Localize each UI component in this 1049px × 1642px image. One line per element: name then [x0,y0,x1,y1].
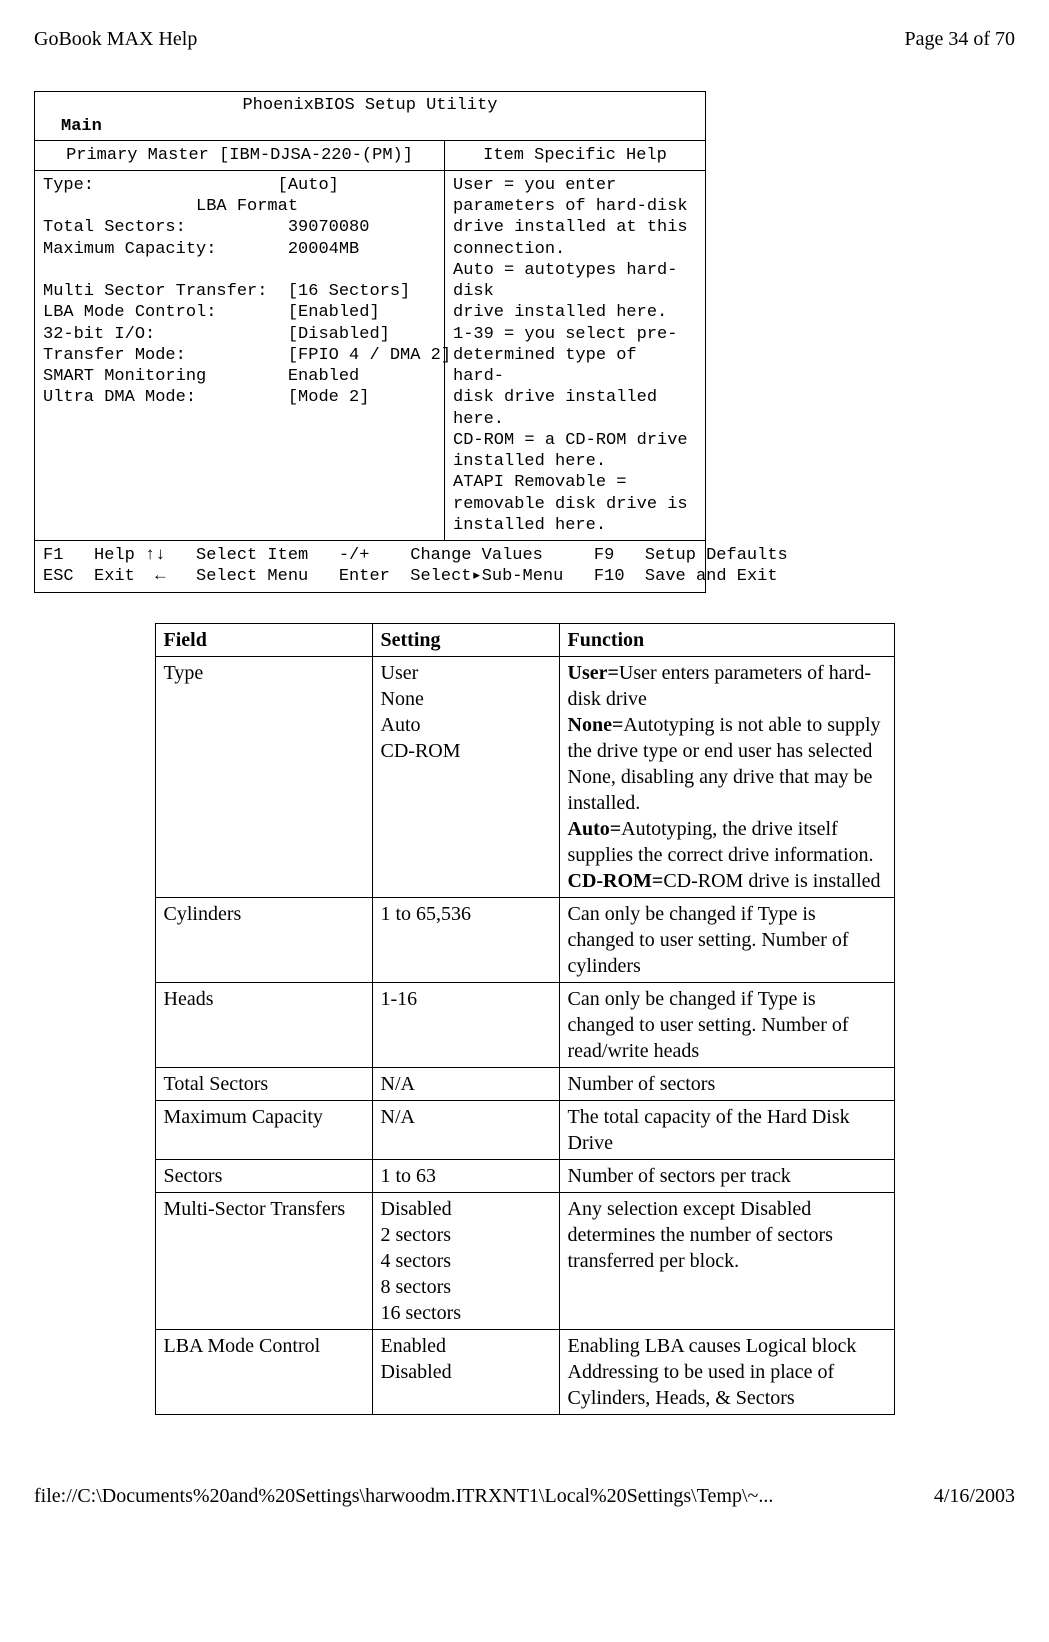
fields-table: Field Setting Function TypeUserNoneAutoC… [155,623,895,1415]
cell-function: Enabling LBA causes Logical block Addres… [559,1329,894,1414]
bios-footer: F1 Help ↑↓ Select Item -/+ Change Values… [35,540,705,592]
cell-function: Number of sectors per track [559,1159,894,1192]
cell-setting: 1 to 63 [372,1159,559,1192]
header-left: GoBook MAX Help [34,28,197,51]
cell-field: LBA Mode Control [155,1329,372,1414]
header-right: Page 34 of 70 [904,28,1015,51]
bios-body-right: User = you enter parameters of hard-disk… [445,171,705,540]
bios-sub-left: Primary Master [IBM-DJSA-220-(PM)] [35,141,445,170]
bios-screenshot: PhoenixBIOS Setup Utility Main Primary M… [34,91,706,593]
bios-subheader-row: Primary Master [IBM-DJSA-220-(PM)] Item … [35,140,705,170]
cell-function: Can only be changed if Type is changed t… [559,982,894,1067]
page-footer: file://C:\Documents%20and%20Settings\har… [34,1485,1015,1508]
cell-field: Heads [155,982,372,1067]
cell-field: Sectors [155,1159,372,1192]
cell-field: Total Sectors [155,1067,372,1100]
cell-setting: 1 to 65,536 [372,897,559,982]
th-field: Field [155,623,372,656]
cell-setting: N/A [372,1067,559,1100]
table-row: Maximum CapacityN/AThe total capacity of… [155,1100,894,1159]
table-header-row: Field Setting Function [155,623,894,656]
table-row: TypeUserNoneAutoCD-ROMUser=User enters p… [155,656,894,897]
cell-setting: UserNoneAutoCD-ROM [372,656,559,897]
cell-function: The total capacity of the Hard Disk Driv… [559,1100,894,1159]
table-row: Cylinders1 to 65,536Can only be changed … [155,897,894,982]
footer-right: 4/16/2003 [934,1485,1015,1508]
cell-function: Can only be changed if Type is changed t… [559,897,894,982]
footer-left: file://C:\Documents%20and%20Settings\har… [34,1485,773,1508]
cell-field: Cylinders [155,897,372,982]
cell-setting: N/A [372,1100,559,1159]
cell-field: Maximum Capacity [155,1100,372,1159]
table-row: Sectors1 to 63 Number of sectors per tra… [155,1159,894,1192]
cell-field: Type [155,656,372,897]
bios-body-left: Type: [Auto] LBA Format Total Sectors: 3… [35,171,445,540]
cell-setting: EnabledDisabled [372,1329,559,1414]
th-function: Function [559,623,894,656]
cell-function: Number of sectors [559,1067,894,1100]
bios-title: PhoenixBIOS Setup Utility [35,92,705,116]
table-row: Heads1-16Can only be changed if Type is … [155,982,894,1067]
bios-body-row: Type: [Auto] LBA Format Total Sectors: 3… [35,170,705,540]
table-row: Total SectorsN/ANumber of sectors [155,1067,894,1100]
th-setting: Setting [372,623,559,656]
page-header: GoBook MAX Help Page 34 of 70 [34,28,1015,51]
table-row: LBA Mode ControlEnabledDisabledEnabling … [155,1329,894,1414]
table-row: Multi-Sector TransfersDisabled2 sectors4… [155,1192,894,1329]
cell-function: User=User enters parameters of hard-disk… [559,656,894,897]
cell-setting: 1-16 [372,982,559,1067]
cell-function: Any selection except Disabled determines… [559,1192,894,1329]
bios-sub-right: Item Specific Help [445,141,705,170]
bios-main-tab: Main [35,116,705,139]
cell-field: Multi-Sector Transfers [155,1192,372,1329]
cell-setting: Disabled2 sectors4 sectors8 sectors16 se… [372,1192,559,1329]
